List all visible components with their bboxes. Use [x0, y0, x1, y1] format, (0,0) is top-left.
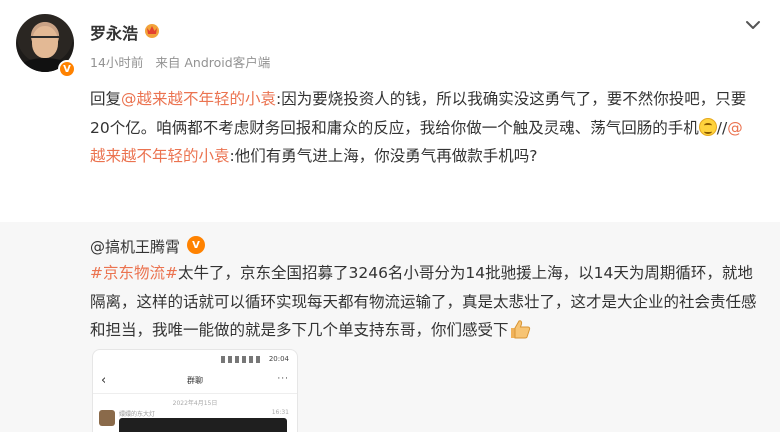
repost-text: #京东物流#太牛了，京东全国招募了3246名小哥分为14批驰援上海，以14天为周…: [90, 259, 762, 345]
post-text-segment: //: [716, 118, 728, 137]
signal-icon: [221, 356, 261, 363]
chat-header: ‹ 群聊 ···: [93, 370, 297, 394]
repost-text-segment: 太牛了，京东全国招募了3246名小哥分为14批驰援上海，以14天为周期循环，就地…: [90, 264, 757, 339]
author-name[interactable]: 罗永浩: [90, 20, 138, 44]
post-source: 来自 Android客户端: [155, 55, 271, 70]
post-meta: 14小时前 来自 Android客户端: [90, 52, 278, 71]
post-text-segment: :他们有勇气进上海，你没勇气再做款手机吗?: [229, 147, 538, 165]
repost-link[interactable]: #京东物流#: [90, 264, 178, 282]
sender-avatar: [99, 410, 115, 426]
chat-date: 2022年4月15日: [172, 400, 218, 407]
chevron-down-icon[interactable]: [744, 18, 762, 32]
repost-author-name[interactable]: @搞机王腾霄: [90, 236, 180, 257]
message-image: [119, 418, 287, 432]
post-text: 回复@越来越不年轻的小袁:因为要烧投资人的钱，所以我确实没这勇气了，要不然你投吧…: [90, 85, 756, 171]
chat-title: 群聊: [187, 376, 203, 385]
crown-icon: [145, 24, 159, 38]
more-dots-icon: ···: [277, 374, 289, 384]
verified-badge-icon: V: [58, 60, 76, 78]
phone-status-bar: 20:04: [93, 354, 297, 366]
status-time: 20:04: [268, 355, 289, 363]
grin-emoji: [698, 117, 717, 136]
reposted-weibo[interactable]: @搞机王腾霄 V #京东物流#太牛了，京东全国招募了3246名小哥分为14批驰援…: [0, 222, 780, 432]
sender-name: 嬛嬛的东大灯: [119, 411, 156, 418]
post-link[interactable]: @越来越不年轻的小袁: [121, 90, 276, 108]
verified-badge-icon: V: [187, 236, 205, 254]
repost-image-thumbnail[interactable]: 20:04 ‹ 群聊 ··· 2022年4月15日 嬛嬛的东大灯 16:31: [92, 349, 298, 432]
message-time: 16:31: [271, 409, 289, 416]
thumbs-up-emoji: [510, 320, 530, 339]
post-time[interactable]: 14小时前: [90, 55, 143, 70]
post-text-segment: 回复: [90, 90, 122, 108]
weibo-post: V 罗永浩 14小时前 来自 Android客户端 回复@越来越不年轻的小袁:因…: [0, 0, 780, 222]
